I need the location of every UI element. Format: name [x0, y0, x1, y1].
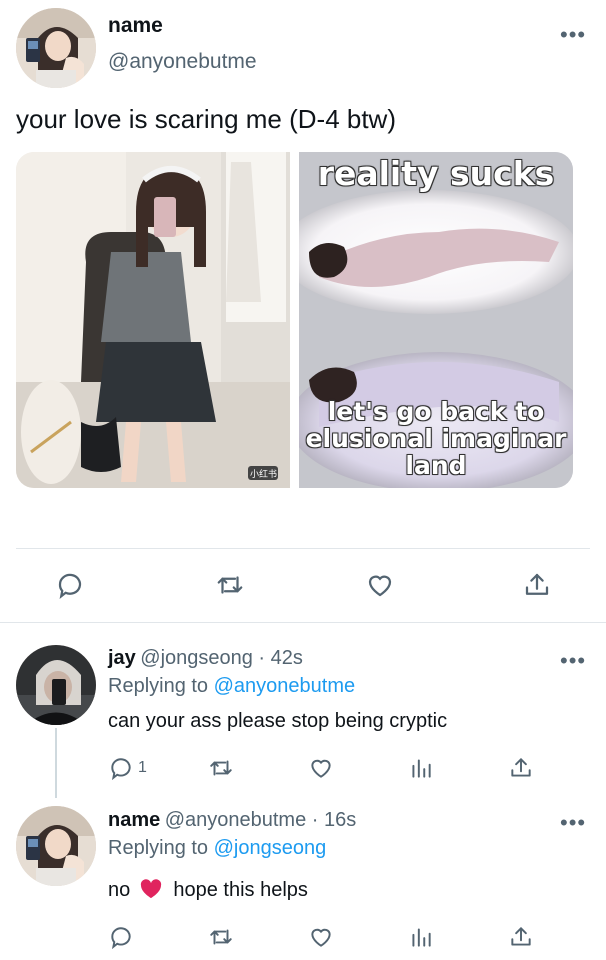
tweet-text: your love is scaring me (D-4 btw): [16, 104, 396, 134]
reply-icon[interactable]: [108, 755, 134, 781]
analytics-icon[interactable]: [408, 755, 434, 781]
divider-replies: [0, 622, 606, 623]
thread-line: [55, 728, 57, 798]
reply-author-name[interactable]: name: [108, 809, 160, 831]
share-icon[interactable]: [508, 755, 534, 781]
reply-text-before: no: [108, 879, 131, 901]
replying-to-2: Replying to @jongseong: [108, 837, 326, 860]
like-icon[interactable]: [308, 755, 334, 781]
author-handle[interactable]: @anyonebutme: [108, 50, 257, 74]
share-icon[interactable]: [508, 924, 534, 950]
reply-author-name[interactable]: jay: [108, 647, 136, 669]
heart-emoji-icon: [140, 879, 162, 905]
reply-text-1: can your ass please stop being cryptic: [108, 710, 448, 732]
meme-top-text: reality sucks: [317, 154, 555, 193]
reply-avatar-jay[interactable]: [16, 645, 96, 725]
share-icon[interactable]: [522, 570, 552, 600]
reply-handle-time[interactable]: @anyonebutme · 16s: [165, 809, 357, 831]
divider-top: [16, 548, 590, 549]
retweet-icon[interactable]: [215, 570, 245, 600]
reply-text-after: hope this helps: [173, 879, 308, 901]
reply-header-2: name @anyonebutme · 16s: [108, 809, 356, 832]
media-meme-right[interactable]: reality sucks let's go back to elusional…: [299, 152, 573, 488]
reply-text-2: no hope this helps: [108, 879, 308, 905]
reply-icon[interactable]: [55, 570, 85, 600]
like-icon[interactable]: [308, 924, 334, 950]
retweet-icon[interactable]: [208, 924, 234, 950]
replying-prefix: Replying to: [108, 837, 214, 859]
reply-avatar-name[interactable]: [16, 806, 96, 886]
more-options-icon[interactable]: •••: [560, 24, 586, 46]
reply-handle-time[interactable]: @jongseong · 42s: [140, 647, 303, 669]
replying-prefix: Replying to: [108, 675, 214, 697]
like-icon[interactable]: [365, 570, 395, 600]
replying-to-1: Replying to @anyonebutme: [108, 675, 355, 698]
tweet-media[interactable]: 小红书 reality sucks let's go back to elusi…: [16, 152, 573, 488]
media-watermark: 小红书: [250, 470, 278, 480]
analytics-icon[interactable]: [408, 924, 434, 950]
meme-bottom-line-2: elusional imaginar: [305, 424, 567, 453]
replying-to-link[interactable]: @anyonebutme: [214, 675, 356, 697]
reply-header-1: jay @jongseong · 42s: [108, 647, 303, 670]
meme-bottom-line-1: let's go back to: [327, 397, 545, 426]
media-photo-left[interactable]: 小红书: [16, 152, 290, 488]
meme-bottom-line-3: land: [405, 451, 467, 480]
author-avatar[interactable]: [16, 8, 96, 88]
more-options-icon[interactable]: •••: [560, 812, 586, 834]
meme-bottom-text: let's go back to elusional imaginar land: [299, 398, 573, 479]
reply-icon[interactable]: [108, 924, 134, 950]
reply-count: 1: [138, 759, 147, 776]
replying-to-link[interactable]: @jongseong: [214, 837, 327, 859]
retweet-icon[interactable]: [208, 755, 234, 781]
author-name[interactable]: name: [108, 14, 163, 38]
more-options-icon[interactable]: •••: [560, 650, 586, 672]
